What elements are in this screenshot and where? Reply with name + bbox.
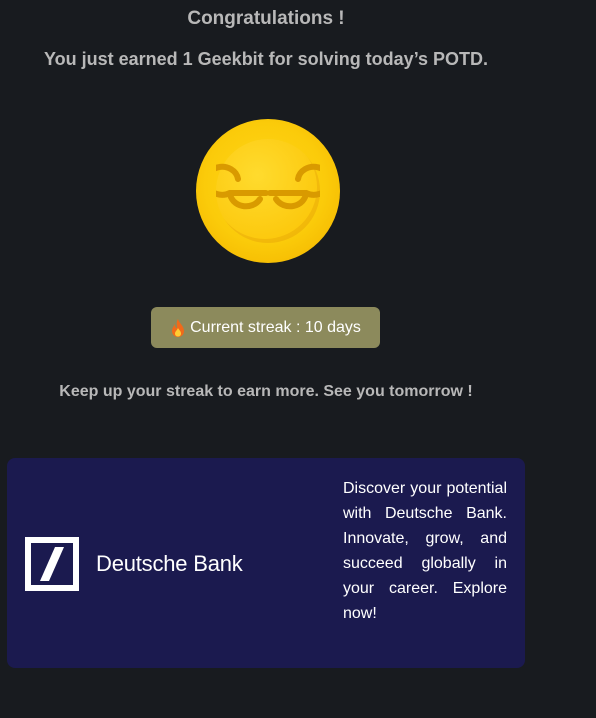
potd-reward-page: Congratulations ! You just earned 1 Geek… <box>0 0 596 718</box>
flame-icon <box>172 318 185 337</box>
brand-name: Deutsche Bank <box>96 551 243 576</box>
deutsche-bank-ad-banner[interactable]: Deutsche Bank Discover your potential wi… <box>7 458 525 668</box>
streak-encouragement-text: Keep up your streak to earn more. See yo… <box>59 383 473 400</box>
geekbit-earned-message: You just earned 1 Geekbit for solving to… <box>43 49 489 69</box>
congratulations-title: Congratulations ! <box>187 8 345 29</box>
streak-label: Current streak : 10 days <box>190 318 361 336</box>
ad-description: Discover your potential with Deutsche Ba… <box>343 480 507 622</box>
geekbit-coin-icon <box>196 119 340 263</box>
gfg-logo-icon <box>216 163 320 210</box>
current-streak-badge: Current streak : 10 days <box>151 307 380 348</box>
coin-face <box>216 139 320 243</box>
deutsche-bank-logo-icon <box>25 537 79 591</box>
